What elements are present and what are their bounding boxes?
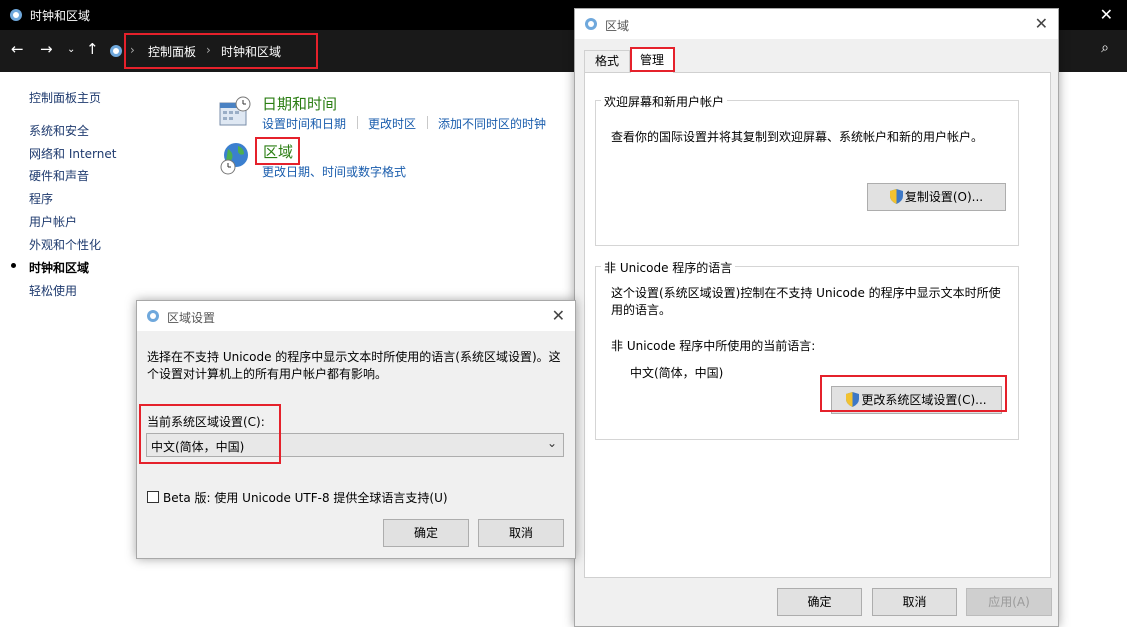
admin-tab-panel: 欢迎屏幕和新用户帐户 查看你的国际设置并将其复制到欢迎屏幕、系统帐户和新的用户帐… [584,72,1051,578]
breadcrumb-separator-icon: › [206,43,211,57]
close-icon[interactable]: ✕ [1100,5,1113,24]
tab-format-label: 格式 [594,54,619,68]
search-icon[interactable]: ⌕ [1101,40,1109,56]
locale-dialog-title: 区域设置 [167,311,216,325]
breadcrumb-control-panel[interactable]: 控制面板 [148,43,196,60]
sidebar-item-home[interactable]: 控制面板主页 [29,89,101,106]
close-icon[interactable]: ✕ [552,306,565,325]
active-indicator [11,263,16,268]
recent-chevron-icon[interactable]: ⌄ [67,44,75,55]
region-dialog: 区域 ✕ 格式 管理 欢迎屏幕和新用户帐户 查看你的国际设置并将其复制到欢迎屏幕… [574,8,1059,627]
region-cancel-button[interactable]: 取消 [872,588,957,616]
locale-description-line2: 个设置对计算机上的所有用户帐户都有影响。 [147,367,388,381]
tab-format[interactable]: 格式 [584,50,630,72]
sidebar-item-hardware[interactable]: 硬件和声音 [29,167,89,184]
locale-cancel-button[interactable]: 取消 [478,519,564,547]
uac-shield-icon [846,390,860,407]
beta-utf8-checkbox[interactable] [147,491,159,503]
sidebar-item-appearance[interactable]: 外观和个性化 [29,236,101,253]
locale-ok-button[interactable]: 确定 [383,519,469,547]
unicode-current-label: 非 Unicode 程序中所使用的当前语言: [611,339,816,353]
divider [427,116,428,129]
breadcrumb-separator-icon: › [130,43,135,57]
region-title[interactable]: 区域 [263,141,293,162]
locale-select-value: 中文(简体，中国) [151,440,245,454]
sidebar-item-system-security[interactable]: 系统和安全 [29,122,89,139]
locale-settings-dialog: 区域设置 ✕ 选择在不支持 Unicode 的程序中显示文本时所使用的语言(系统… [136,300,576,559]
change-timezone-link[interactable]: 更改时区 [368,115,416,132]
region-ok-button[interactable]: 确定 [777,588,862,616]
main-window-title: 时钟和区域 [30,9,91,23]
chevron-down-icon: ⌄ [546,436,557,450]
divider [357,116,358,129]
set-time-date-link[interactable]: 设置时间和日期 [262,115,346,132]
uac-shield-icon [889,187,903,204]
sidebar-item-user-accounts[interactable]: 用户帐户 [29,213,77,230]
tab-administrative[interactable]: 管理 [630,47,674,73]
back-arrow-icon[interactable]: ← [11,40,24,58]
sidebar-item-programs[interactable]: 程序 [29,190,53,207]
region-apply-button[interactable]: 应用(A) [966,588,1052,616]
locale-dialog-titlebar: 区域设置 ✕ [137,301,575,331]
locale-app-icon [145,308,161,327]
add-clocks-link[interactable]: 添加不同时区的时钟 [438,115,546,132]
change-system-locale-button[interactable]: 更改系统区域设置(C)... [831,386,1002,414]
change-system-locale-label: 更改系统区域设置(C)... [861,393,987,407]
up-arrow-icon[interactable]: ↑ [86,40,99,58]
datetime-icon [218,95,252,130]
breadcrumb-clock-region[interactable]: 时钟和区域 [221,43,281,60]
globe-clock-icon [218,140,252,179]
close-icon[interactable]: ✕ [1035,14,1048,33]
copy-settings-button[interactable]: 复制设置(O)... [867,183,1006,211]
sidebar-item-network[interactable]: 网络和 Internet [29,145,116,162]
welcome-group [595,100,1019,246]
unicode-group-label: 非 Unicode 程序的语言 [601,259,736,276]
sidebar-item-clock-region[interactable]: 时钟和区域 [29,259,89,276]
change-format-link[interactable]: 更改日期、时间或数字格式 [262,163,406,180]
welcome-group-label: 欢迎屏幕和新用户帐户 [601,93,728,110]
copy-settings-label: 复制设置(O)... [904,190,984,204]
forward-arrow-icon[interactable]: → [40,40,53,58]
control-panel-icon [8,7,24,26]
region-dialog-titlebar: 区域 ✕ [575,9,1058,39]
datetime-title[interactable]: 日期和时间 [262,93,337,114]
locale-description-line1: 选择在不支持 Unicode 的程序中显示文本时所使用的语言(系统区域设置)。这 [147,350,561,364]
welcome-description: 查看你的国际设置并将其复制到欢迎屏幕、系统帐户和新的用户帐户。 [611,130,984,144]
unicode-current-value: 中文(简体，中国) [630,366,724,380]
unicode-description: 这个设置(系统区域设置)控制在不支持 Unicode 的程序中显示文本时所使用的… [611,286,1001,317]
locale-select[interactable]: 中文(简体，中国) ⌄ [146,433,564,457]
control-panel-small-icon [108,43,124,62]
tab-administrative-label: 管理 [639,53,664,67]
beta-utf8-label[interactable]: Beta 版: 使用 Unicode UTF-8 提供全球语言支持(U) [163,489,448,506]
region-dialog-title: 区域 [605,19,630,33]
region-app-icon [583,16,599,35]
current-locale-label: 当前系统区域设置(C): [147,415,265,429]
sidebar-item-ease-of-access[interactable]: 轻松使用 [29,282,77,299]
